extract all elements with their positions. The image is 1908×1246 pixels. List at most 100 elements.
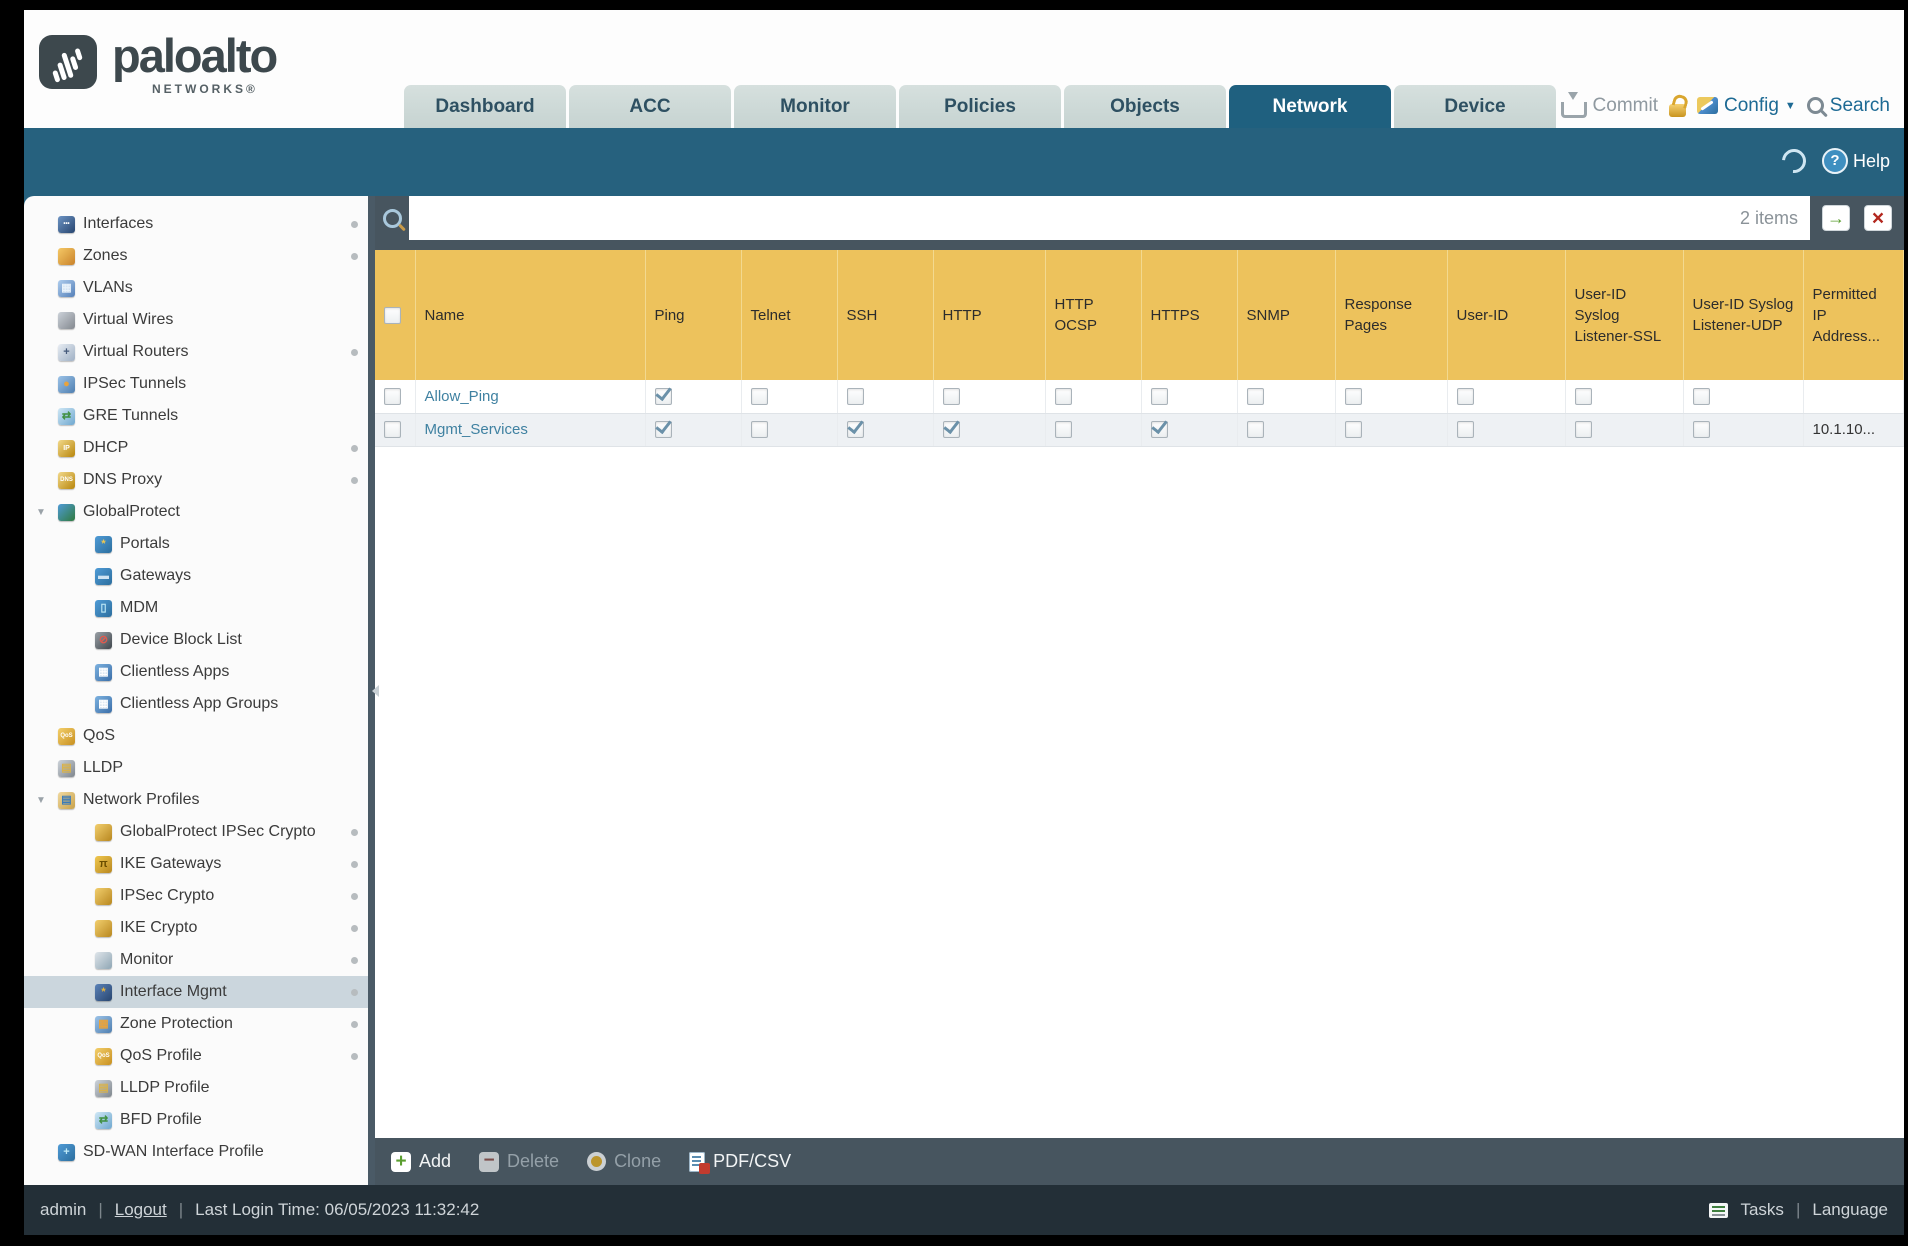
clear-filter-button[interactable]: × [1864, 205, 1892, 231]
sidebar-item-vlans[interactable]: ▦ VLANs [24, 272, 368, 304]
sidebar-item-interface-mgmt[interactable]: * Interface Mgmt [24, 976, 368, 1008]
sidebar-item-mdm[interactable]: ▯ MDM [24, 592, 368, 624]
user-id-syslog-listener-ssl-checkbox[interactable] [1574, 421, 1592, 439]
column-header-snmp[interactable]: SNMP [1237, 250, 1336, 380]
snmp-checkbox[interactable] [1246, 421, 1264, 439]
sidebar-item-device-block-list[interactable]: ⊘ Device Block List [24, 624, 368, 656]
tasks-button[interactable]: Tasks [1740, 1200, 1783, 1220]
tab-objects[interactable]: Objects [1064, 85, 1226, 128]
sidebar-item-dhcp[interactable]: IP DHCP [24, 432, 368, 464]
response-pages-checkbox[interactable] [1344, 388, 1362, 406]
sidebar-item-lldp[interactable]: ▤ LLDP [24, 752, 368, 784]
expander-icon[interactable]: ▼ [36, 507, 58, 518]
sidebar-item-clientless-app-groups[interactable]: ▦ Clientless App Groups [24, 688, 368, 720]
column-header-telnet[interactable]: Telnet [741, 250, 838, 380]
https-checkbox[interactable] [1150, 421, 1168, 439]
column-header-user-id-syslog-listener-ssl[interactable]: User-ID Syslog Listener-SSL [1565, 250, 1684, 380]
ping-checkbox[interactable] [654, 388, 672, 406]
tab-acc[interactable]: ACC [569, 85, 731, 128]
sidebar-item-ipsec-crypto[interactable]: IPSec Crypto [24, 880, 368, 912]
sidebar-item-ike-gateways[interactable]: π IKE Gateways [24, 848, 368, 880]
sidebar-item-gateways[interactable]: ▬ Gateways [24, 560, 368, 592]
sidebar-item-sd-wan-interface-profile[interactable]: + SD-WAN Interface Profile [24, 1136, 368, 1168]
lock-icon[interactable] [1668, 103, 1686, 117]
sidebar-item-clientless-apps[interactable]: ▦ Clientless Apps [24, 656, 368, 688]
sidebar-item-interfaces[interactable]: ••• Interfaces [24, 208, 368, 240]
sidebar-item-monitor[interactable]: Monitor [24, 944, 368, 976]
column-header-name[interactable]: Name [415, 250, 646, 380]
sidebar-item-dns-proxy[interactable]: DNS DNS Proxy [24, 464, 368, 496]
config-menu-button[interactable]: Config ▼ [1696, 95, 1796, 117]
refresh-icon[interactable] [1777, 144, 1811, 178]
column-header-https[interactable]: HTTPS [1141, 250, 1238, 380]
http-ocsp-checkbox[interactable] [1054, 421, 1072, 439]
expander-icon[interactable]: ▼ [36, 795, 58, 806]
column-header-user-id-syslog-listener-udp[interactable]: User-ID Syslog Listener-UDP [1683, 250, 1804, 380]
ssh-checkbox[interactable] [846, 421, 864, 439]
sidebar-item-qos[interactable]: QoS QoS [24, 720, 368, 752]
ssh-checkbox[interactable] [846, 388, 864, 406]
column-header-http-ocsp[interactable]: HTTP OCSP [1045, 250, 1142, 380]
tab-monitor[interactable]: Monitor [734, 85, 896, 128]
profile-name-link[interactable]: Allow_Ping [425, 388, 499, 405]
clone-button[interactable]: Clone [587, 1151, 661, 1172]
http-checkbox[interactable] [942, 421, 960, 439]
language-button[interactable]: Language [1812, 1200, 1888, 1220]
response-pages-checkbox[interactable] [1344, 421, 1362, 439]
sidebar-item-gre-tunnels[interactable]: ⇄ GRE Tunnels [24, 400, 368, 432]
sidebar-item-portals[interactable]: * Portals [24, 528, 368, 560]
apply-filter-button[interactable]: → [1822, 205, 1850, 231]
user-id-syslog-listener-udp-checkbox[interactable] [1692, 421, 1710, 439]
logout-link[interactable]: Logout [115, 1200, 167, 1220]
column-header-user-id[interactable]: User-ID [1447, 250, 1566, 380]
delete-label: Delete [507, 1151, 560, 1171]
sidebar-item-zone-protection[interactable]: ▦ Zone Protection [24, 1008, 368, 1040]
sidebar-item-zones[interactable]: Zones [24, 240, 368, 272]
filter-input[interactable] [409, 198, 1740, 238]
ping-checkbox[interactable] [654, 421, 672, 439]
tab-dashboard[interactable]: Dashboard [404, 85, 566, 128]
sidebar-item-virtual-routers[interactable]: + Virtual Routers [24, 336, 368, 368]
row-checkbox[interactable] [384, 388, 401, 406]
http-checkbox[interactable] [942, 388, 960, 406]
sidebar-item-virtual-wires[interactable]: Virtual Wires [24, 304, 368, 336]
sidebar-item-network-profiles[interactable]: ▼ ▤ Network Profiles [24, 784, 368, 816]
profile-name-link[interactable]: Mgmt_Services [425, 421, 528, 438]
add-button[interactable]: + Add [391, 1151, 451, 1172]
help-button[interactable]: ? Help [1821, 148, 1890, 174]
sidebar-item-ike-crypto[interactable]: IKE Crypto [24, 912, 368, 944]
tab-policies[interactable]: Policies [899, 85, 1061, 128]
column-header-ssh[interactable]: SSH [837, 250, 934, 380]
column-header-permitted-ip-address[interactable]: Permitted IP Address... [1803, 250, 1904, 380]
telnet-checkbox[interactable] [750, 388, 768, 406]
pdf-csv-button[interactable]: PDF/CSV [689, 1151, 791, 1174]
user-id-checkbox[interactable] [1456, 388, 1474, 406]
select-all-checkbox[interactable] [384, 307, 401, 325]
sidebar-item-qos-profile[interactable]: QoS QoS Profile [24, 1040, 368, 1072]
sidebar-item-bfd-profile[interactable]: ⇄ BFD Profile [24, 1104, 368, 1136]
user-id-syslog-listener-ssl-checkbox[interactable] [1574, 388, 1592, 406]
sidebar-splitter[interactable] [368, 196, 379, 1185]
global-search-button[interactable]: Search [1806, 95, 1890, 117]
sidebar-item-lldp-profile[interactable]: ▤ LLDP Profile [24, 1072, 368, 1104]
telnet-checkbox[interactable] [750, 421, 768, 439]
row-checkbox[interactable] [384, 421, 401, 439]
snmp-checkbox[interactable] [1246, 388, 1264, 406]
tab-device[interactable]: Device [1394, 85, 1556, 128]
user-id-syslog-listener-udp-checkbox[interactable] [1692, 388, 1710, 406]
sidebar-item-ipsec-tunnels[interactable]: ● IPSec Tunnels [24, 368, 368, 400]
column-header-response-pages[interactable]: Response Pages [1335, 250, 1448, 380]
http-ocsp-checkbox[interactable] [1054, 388, 1072, 406]
user-id-checkbox[interactable] [1456, 421, 1474, 439]
tab-network[interactable]: Network [1229, 85, 1391, 128]
sidebar-item-globalprotect[interactable]: ▼ GlobalProtect [24, 496, 368, 528]
collapse-sidebar-icon[interactable] [366, 684, 379, 697]
https-checkbox[interactable] [1150, 388, 1168, 406]
delete-button[interactable]: − Delete [479, 1151, 559, 1172]
sidebar-item-globalprotect-ipsec-crypto[interactable]: GlobalProtect IPSec Crypto [24, 816, 368, 848]
commit-button[interactable]: Commit [1560, 92, 1658, 118]
sidebar-item-label: GlobalProtect IPSec Crypto [120, 823, 316, 840]
sidebar-item-label: Virtual Routers [83, 343, 189, 360]
column-header-ping[interactable]: Ping [645, 250, 742, 380]
column-header-http[interactable]: HTTP [933, 250, 1046, 380]
